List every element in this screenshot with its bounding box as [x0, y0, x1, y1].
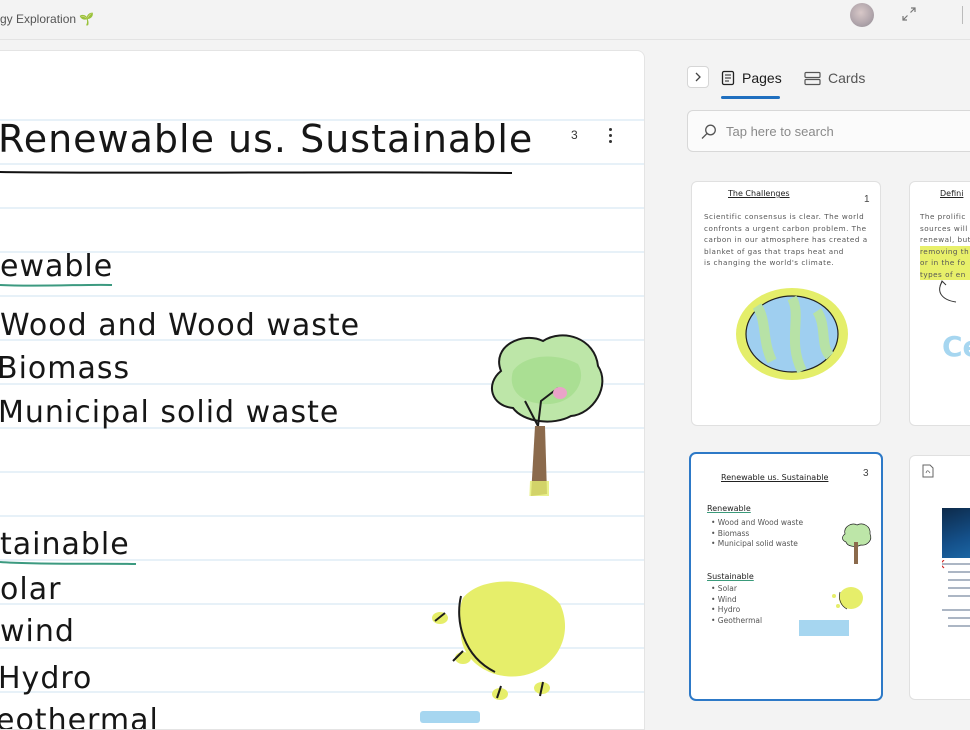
sustainable-item: olar [0, 572, 62, 607]
collapse-panel-button[interactable] [687, 66, 709, 88]
search-icon [701, 124, 716, 139]
notebook-title: gy Exploration 🌱 [0, 12, 95, 26]
expand-icon[interactable] [900, 5, 918, 23]
thumbnail-text: Scientific consensus is clear. The world… [704, 212, 868, 267]
renewable-item: Wood and Wood waste [0, 308, 361, 343]
search-placeholder: Tap here to search [726, 124, 834, 139]
thumbnail-page-number: 3 [863, 468, 869, 479]
thumbnail-heading: Renewable [707, 504, 751, 513]
earth-drawing [736, 288, 848, 380]
search-field[interactable]: Tap here to search [687, 110, 970, 152]
tab-cards-label: Cards [828, 70, 866, 86]
renewable-heading: ewable [0, 249, 114, 284]
titlebar-divider [962, 6, 963, 24]
renewable-item: Municipal solid waste [0, 395, 340, 430]
sustainable-heading: tainable [0, 527, 130, 562]
thumbnail-list: • Solar • Wind • Hydro • Geothermal [711, 584, 763, 625]
thumbnail-text: The prolific sources will renewal, but r… [920, 211, 970, 280]
pages-icon [721, 70, 735, 86]
thumbnail-title: The Challenges [728, 189, 790, 198]
page-thumbnail-selected[interactable]: Renewable us. Sustainable 3 Renewable • … [689, 452, 883, 701]
more-options-icon[interactable] [600, 125, 620, 145]
page-thumbnail[interactable]: The Challenges 1 Scientific consensus is… [691, 181, 881, 426]
renewable-item: Biomass [0, 351, 131, 386]
cards-icon [804, 71, 821, 85]
tree-drawing [491, 334, 604, 496]
thumbnail-title: Renewable us. Sustainable [721, 473, 829, 482]
sustainable-item: eothermal [0, 703, 159, 730]
tree-thumbnail-drawing [842, 523, 872, 564]
water-stroke [420, 711, 480, 723]
chevron-right-icon [695, 72, 701, 82]
thumbnail-big-text: Ce [942, 330, 970, 363]
sustainable-item: wind [0, 614, 75, 649]
pdf-preview-lines [942, 560, 970, 627]
sustainable-item: Hydro [0, 661, 93, 696]
sun-thumbnail-drawing [832, 587, 863, 610]
tab-pages-label: Pages [742, 70, 782, 86]
active-tab-indicator [721, 96, 780, 99]
water-thumbnail-stroke [799, 620, 849, 636]
pdf-preview-image [942, 508, 970, 558]
user-avatar[interactable] [850, 3, 874, 27]
arrow-drawing [939, 280, 957, 303]
sun-drawing [432, 581, 566, 700]
thumbnail-title: Defini [940, 189, 964, 198]
tab-cards[interactable]: Cards [804, 66, 865, 90]
page-thumbnail[interactable] [909, 455, 970, 700]
page-number: 3 [571, 128, 578, 142]
pdf-icon [922, 464, 934, 478]
tab-pages[interactable]: Pages [721, 66, 782, 90]
note-canvas[interactable]: 3 Renewable us. Sustainable ewable Wood … [0, 50, 645, 730]
page-thumbnail[interactable]: Defini The prolific sources will renewal… [909, 181, 970, 426]
thumbnail-list: • Wood and Wood waste • Biomass • Munici… [711, 518, 804, 548]
thumbnail-page-number: 1 [864, 194, 870, 205]
title-bar: gy Exploration 🌱 [0, 0, 970, 40]
thumbnail-heading: Sustainable [707, 572, 754, 581]
note-heading: Renewable us. Sustainable [0, 117, 534, 161]
